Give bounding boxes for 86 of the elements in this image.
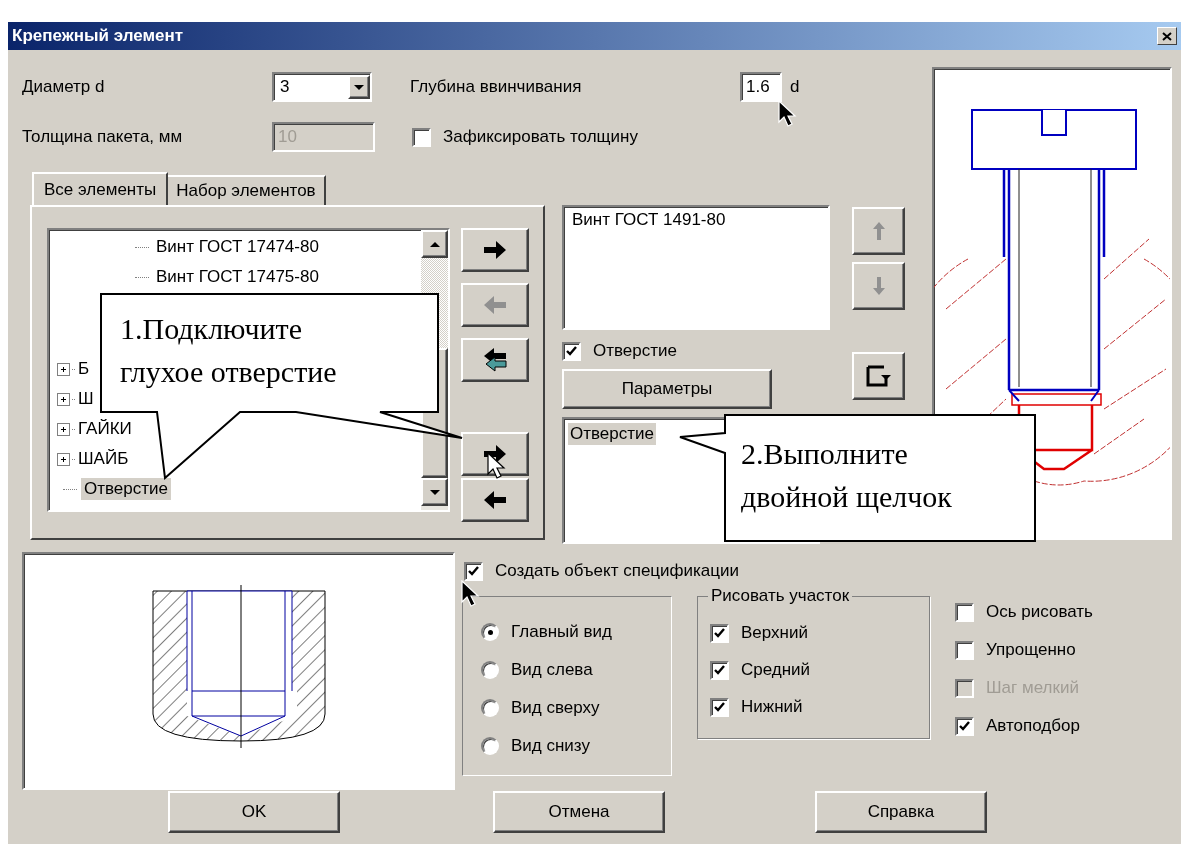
dialog-button[interactable]: OK <box>168 791 340 833</box>
transfer-button[interactable] <box>461 478 529 522</box>
plus-icon <box>60 455 67 463</box>
checkbox[interactable] <box>710 660 729 680</box>
tree-item[interactable]: Винт ГОСТ 17475-80 <box>153 266 322 288</box>
plus-icon <box>60 365 67 373</box>
checkbox-label: Автоподбор <box>986 716 1080 736</box>
order-button[interactable] <box>852 352 905 400</box>
left-arrow-icon <box>482 488 508 512</box>
checkbox[interactable] <box>412 127 431 147</box>
checkbox[interactable] <box>955 716 974 736</box>
right-arrow-icon <box>482 238 508 262</box>
field-label: Диаметр d <box>22 77 106 97</box>
checkbox-label: Отверстие <box>593 341 677 361</box>
scroll-down-icon <box>429 489 440 495</box>
left-arrow-icon <box>482 293 508 317</box>
scroll-up-icon <box>429 241 440 247</box>
radio-button[interactable] <box>481 623 499 641</box>
up-arrow-icon <box>872 222 885 240</box>
expand-toggle[interactable] <box>57 452 70 466</box>
expand-toggle[interactable] <box>57 392 70 406</box>
tree-item[interactable]: Винт ГОСТ 17474-80 <box>153 236 322 258</box>
radio-button[interactable] <box>481 699 499 717</box>
depth-field[interactable]: 1.6 <box>740 72 782 102</box>
check-icon <box>468 566 479 576</box>
tree-item[interactable]: Б <box>75 358 93 380</box>
check-icon <box>714 665 725 675</box>
dialog-button[interactable]: Отмена <box>493 791 665 833</box>
tree-item[interactable]: Ш <box>75 388 97 410</box>
checkbox-label: Нижний <box>741 697 803 717</box>
checkbox[interactable] <box>710 623 729 643</box>
checkbox-label: Создать объект спецификации <box>495 561 740 581</box>
checkbox-label: Упрощенно <box>986 640 1076 660</box>
list-item[interactable]: Отверстие <box>568 423 656 445</box>
diameter-dropdown[interactable]: 3 <box>272 72 372 102</box>
tab[interactable]: Все элементы <box>32 172 169 205</box>
checkbox[interactable] <box>955 640 974 660</box>
callout-text: 1.Подключите глухое отверстие <box>120 311 338 390</box>
close-icon <box>1162 31 1172 41</box>
caret-icon <box>354 84 364 90</box>
tree-item[interactable]: ШАЙБ <box>75 448 132 470</box>
checkbox-label: Ось рисовать <box>986 602 1093 622</box>
checkbox[interactable] <box>562 341 581 361</box>
expand-toggle[interactable] <box>57 422 70 436</box>
window-title: Крепежный элемент <box>12 26 184 46</box>
double-left-arrow-icon <box>482 348 508 372</box>
checkbox-label: Верхний <box>741 623 808 643</box>
transfer-button[interactable] <box>461 228 529 272</box>
check-icon <box>566 346 577 356</box>
check-icon <box>714 628 725 638</box>
mouse-pointer-icon <box>778 100 797 128</box>
field-label: Глубина ввинчивания <box>410 77 583 97</box>
expand-toggle[interactable] <box>57 362 70 376</box>
radio-label: Вид слева <box>511 660 593 680</box>
transfer-button[interactable] <box>461 338 529 382</box>
group-title: Рисовать участок <box>708 586 853 606</box>
radio-label: Вид снизу <box>511 736 590 756</box>
mouse-pointer-icon <box>461 580 480 608</box>
dialog-button[interactable]: Справка <box>815 791 987 833</box>
check-icon <box>959 721 970 731</box>
radio-dot-icon <box>487 629 493 635</box>
checkbox[interactable] <box>464 561 483 581</box>
radio-label: Главный вид <box>511 622 612 642</box>
mouse-pointer-icon <box>487 452 506 480</box>
bracket-arrow-icon <box>865 364 892 388</box>
radio-button[interactable] <box>481 661 499 679</box>
radio-button[interactable] <box>481 737 499 755</box>
checkbox-label: Зафиксировать толщину <box>443 127 638 147</box>
down-arrow-icon <box>872 277 885 295</box>
tree-item[interactable]: Отверстие <box>81 478 171 500</box>
tab[interactable]: Набор элементов <box>166 175 326 205</box>
plus-icon <box>60 425 67 433</box>
plus-icon <box>60 395 67 403</box>
tree-item[interactable]: ГАЙКИ <box>75 418 135 440</box>
list-item[interactable]: Винт ГОСТ 1491-80 <box>570 209 728 231</box>
field-label: Толщина пакета, мм <box>22 127 184 147</box>
close-button[interactable] <box>1157 27 1177 45</box>
check-icon <box>714 702 725 712</box>
unit-label: d <box>790 77 800 97</box>
transfer-button[interactable] <box>461 432 529 476</box>
checkbox[interactable] <box>955 602 974 622</box>
list-box[interactable]: Винт ГОСТ 1491-80 <box>562 205 830 330</box>
radio-label: Вид сверху <box>511 698 600 718</box>
parameters-button[interactable]: Параметры <box>562 369 772 409</box>
checkbox[interactable] <box>710 697 729 717</box>
checkbox-label: Средний <box>741 660 811 680</box>
